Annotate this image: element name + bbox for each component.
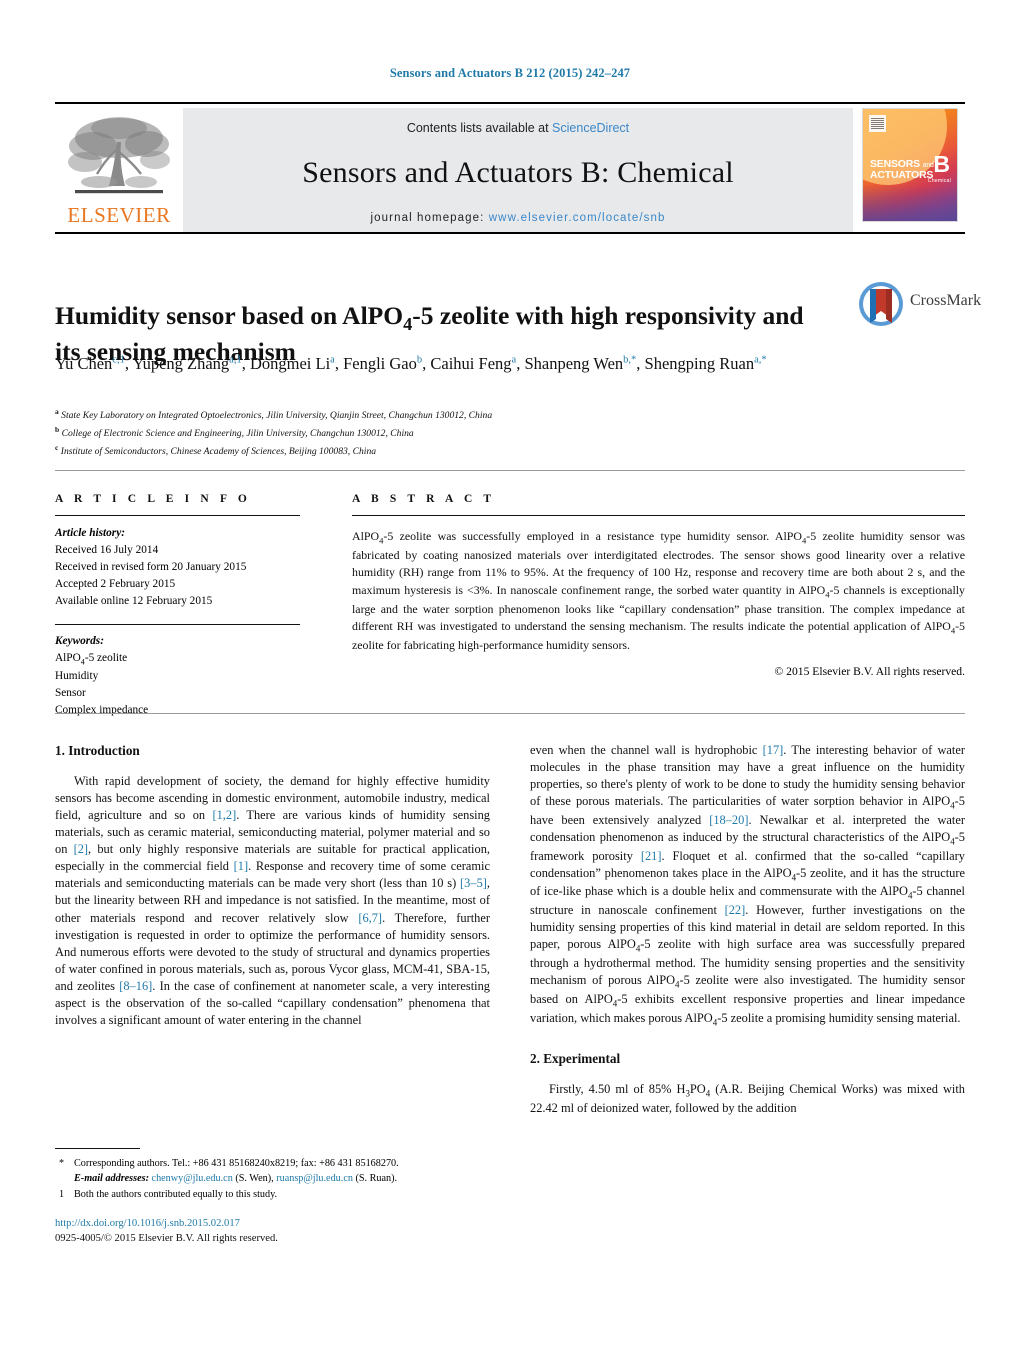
footnote-equal-contribution: 1 Both the authors contributed equally t… <box>55 1187 495 1202</box>
keyword-item: AlPO4-5 zeolite <box>55 651 128 666</box>
footnote-corresponding-text: Corresponding authors. Tel.: +86 431 851… <box>74 1158 399 1169</box>
body-column-left: 1. Introduction With rapid development o… <box>55 742 490 1029</box>
experimental-paragraph: Firstly, 4.50 ml of 85% H3PO4 (A.R. Beij… <box>530 1082 965 1116</box>
keywords-label: Keywords: <box>55 634 104 647</box>
sciencedirect-link[interactable]: ScienceDirect <box>552 121 629 135</box>
keyword-item: Sensor <box>55 687 86 700</box>
history-item: Received 16 July 2014 <box>55 543 159 556</box>
keyword-item: Complex impedance <box>55 703 149 716</box>
running-head: Sensors and Actuators B 212 (2015) 242–2… <box>389 66 631 80</box>
affiliation-item: a State Key Laboratory on Integrated Opt… <box>55 406 755 424</box>
introduction-paragraph-continued: even when the channel wall is hydrophobi… <box>530 743 966 1027</box>
article-info-heading: A R T I C L E I N F O <box>55 493 251 505</box>
affiliation-text: College of Electronic Science and Engine… <box>61 427 414 439</box>
masthead-panel: Contents lists available at ScienceDirec… <box>183 108 853 232</box>
cover-elsevier-mark <box>869 115 886 132</box>
issn-copyright-line: 0925-4005/© 2015 Elsevier B.V. All right… <box>55 1233 278 1244</box>
email-link-wen[interactable]: chenwy@jlu.edu.cn <box>152 1173 233 1184</box>
section-heading-introduction: 1. Introduction <box>55 743 140 758</box>
footnote-block: * Corresponding authors. Tel.: +86 431 8… <box>55 1156 495 1203</box>
abstract-column: A B S T R A C T AlPO4-5 zeolite was succ… <box>352 493 965 678</box>
affiliation-mark: a <box>55 407 59 416</box>
crossmark-badge[interactable]: CrossMark <box>858 281 981 327</box>
contents-available-line: Contents lists available at ScienceDirec… <box>407 121 629 135</box>
article-history: Article history: Received 16 July 2014 R… <box>55 525 300 610</box>
affiliation-text: Institute of Semiconductors, Chinese Aca… <box>60 445 377 457</box>
journal-homepage-line: journal homepage: www.elsevier.com/locat… <box>371 212 666 224</box>
info-band-top-rule <box>55 470 965 471</box>
keyword-item: Humidity <box>55 670 99 683</box>
affiliation-mark: b <box>55 424 60 434</box>
article-info-column: A R T I C L E I N F O Article history: R… <box>55 493 300 719</box>
email-link-ruan[interactable]: ruansp@jlu.edu.cn <box>276 1173 353 1184</box>
author-list: Yu Chenc,1, Yupeng Zhanga,1, Dongmei Lia… <box>55 354 767 373</box>
cover-line1-and: and <box>922 162 934 169</box>
footnote-separator <box>55 1148 140 1149</box>
history-item: Accepted 2 February 2015 <box>55 577 176 590</box>
history-item: Available online 12 February 2015 <box>55 594 213 607</box>
cover-line2: ACTUATORS <box>870 169 934 181</box>
masthead-bottom-rule <box>55 232 965 234</box>
affiliation-item: c Institute of Semiconductors, Chinese A… <box>55 442 755 460</box>
affiliation-item: b College of Electronic Science and Engi… <box>55 424 755 442</box>
article-history-label: Article history: <box>55 527 125 539</box>
paper-page: Sensors and Actuators B 212 (2015) 242–2… <box>0 0 1020 1351</box>
cover-gradient-bottom <box>863 185 957 221</box>
footnote-equal-text: Both the authors contributed equally to … <box>74 1189 278 1201</box>
cover-series-sub: Chemical <box>927 178 951 184</box>
journal-cover-thumbnail: SENSORS and ACTUATORS B Chemical <box>855 108 965 232</box>
journal-title: Sensors and Actuators B: Chemical <box>302 156 734 189</box>
keywords-block: Keywords: AlPO4-5 zeolite Humidity Senso… <box>55 633 300 719</box>
abstract-copyright: © 2015 Elsevier B.V. All rights reserved… <box>774 664 965 678</box>
affiliation-text: State Key Laboratory on Integrated Optoe… <box>61 410 493 422</box>
footnote-one-mark: 1 <box>59 1189 65 1201</box>
footnote-star-mark: * <box>59 1158 65 1169</box>
elsevier-tree-icon <box>63 112 175 204</box>
email-owner-ruan: (S. Ruan). <box>355 1173 398 1185</box>
email-addresses-label: E-mail addresses: <box>74 1173 149 1185</box>
keywords-rule <box>55 623 300 625</box>
crossmark-label: CrossMark <box>910 292 982 309</box>
journal-masthead: ELSEVIER Contents lists available at Sci… <box>55 102 965 234</box>
abstract-text: AlPO4-5 zeolite was successfully employe… <box>352 529 965 653</box>
homepage-url-link[interactable]: www.elsevier.com/locate/snb <box>489 212 666 224</box>
contents-prefix: Contents lists available at <box>406 121 553 135</box>
homepage-label: journal homepage: <box>370 212 485 224</box>
footnote-corresponding-author: * Corresponding authors. Tel.: +86 431 8… <box>55 1156 495 1186</box>
affiliation-mark: c <box>55 442 59 452</box>
section-heading-experimental: 2. Experimental <box>530 1051 621 1067</box>
body-column-right: even when the channel wall is hydrophobi… <box>530 742 965 1117</box>
history-item: Received in revised form 20 January 2015 <box>55 560 247 573</box>
abstract-rule <box>352 515 965 516</box>
doi-link[interactable]: http://dx.doi.org/10.1016/j.snb.2015.02.… <box>55 1216 240 1231</box>
elsevier-logo: ELSEVIER <box>55 108 183 232</box>
info-band-bottom-rule <box>55 713 965 714</box>
abstract-heading: A B S T R A C T <box>352 493 496 505</box>
affiliation-list: a State Key Laboratory on Integrated Opt… <box>55 406 755 459</box>
article-info-rule <box>55 515 300 516</box>
cover-series-letter: B <box>933 151 950 177</box>
crossmark-icon <box>858 281 904 327</box>
elsevier-wordmark: ELSEVIER <box>67 203 171 227</box>
introduction-paragraph: With rapid development of society, the d… <box>55 774 491 1027</box>
email-owner-wen: (S. Wen), <box>235 1173 274 1185</box>
footnote-emails: E-mail addresses: chenwy@jlu.edu.cn (S. … <box>74 1171 495 1186</box>
